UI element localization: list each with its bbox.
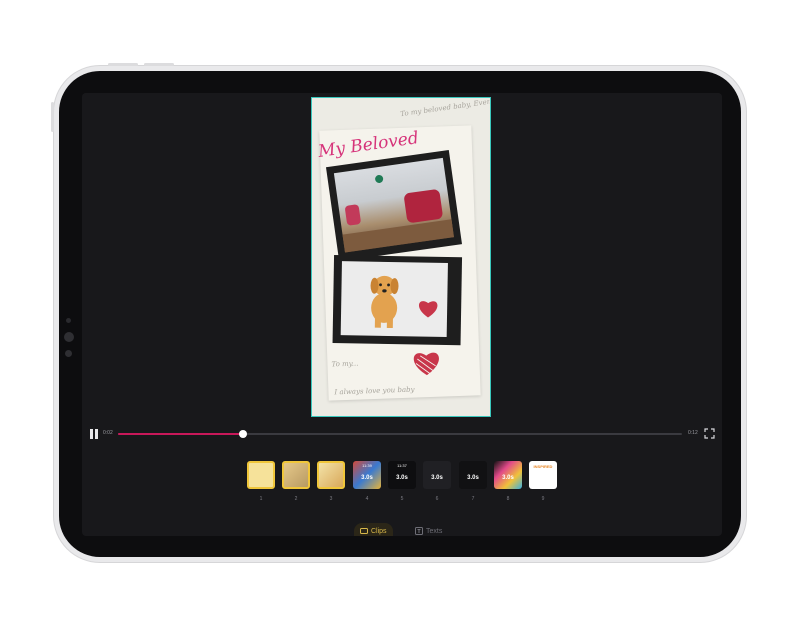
tab-clips-label: Clips <box>371 527 387 535</box>
clips-icon <box>360 528 368 534</box>
dog-icon <box>370 275 399 329</box>
clip-number: 2 <box>294 496 298 502</box>
photo-frame <box>325 150 463 262</box>
photo-frame <box>332 255 463 346</box>
tab-texts-label: Texts <box>426 527 443 535</box>
camera-icon <box>66 318 71 323</box>
clip-number: 3 <box>329 496 333 502</box>
heart-icon <box>413 352 439 376</box>
clip-number: 6 <box>435 496 439 502</box>
clip-thumbnail[interactable]: INSPIRED <box>529 461 557 489</box>
clip-duration: 3.0s <box>467 475 479 481</box>
clip-thumbnail[interactable]: 11:39 3.0s <box>353 461 381 489</box>
clip-number: 8 <box>506 496 510 502</box>
total-time: 0:12 <box>688 430 698 436</box>
clip-top-text: 11:39 <box>362 463 372 468</box>
clip-top-text: 11:37 <box>397 463 407 468</box>
clip-duration: 3.0s <box>431 475 443 481</box>
fullscreen-icon[interactable] <box>704 428 715 439</box>
progress-fill <box>118 433 244 435</box>
editor-canvas: To my beloved baby, Even in our ending, … <box>82 93 722 423</box>
pause-icon <box>90 429 93 439</box>
clip-number: 9 <box>541 496 545 502</box>
clip-duration: 3.0s <box>502 475 514 481</box>
clip-number: 4 <box>365 496 369 502</box>
app-screen: To my beloved baby, Even in our ending, … <box>82 93 722 536</box>
tab-clips[interactable]: Clips <box>354 523 393 536</box>
dog-photo <box>340 261 448 337</box>
clip-thumbnail[interactable] <box>247 461 275 489</box>
volume-button <box>108 63 138 66</box>
progress-track[interactable] <box>118 430 682 438</box>
paper-card: My Beloved To my... I always love you ba… <box>317 125 481 401</box>
clip-number: 7 <box>471 496 475 502</box>
handwritten-note: To my... <box>331 359 359 369</box>
clip-thumbnail[interactable]: 11:37 3.0s <box>388 461 416 489</box>
clip-duration: 3.0s <box>396 475 408 481</box>
device-bezel: To my beloved baby, Even in our ending, … <box>59 71 741 557</box>
video-preview[interactable]: To my beloved baby, Even in our ending, … <box>311 97 491 417</box>
pause-button[interactable] <box>89 429 99 439</box>
heart-icon <box>419 301 438 318</box>
clip-thumbnail[interactable]: 3.0s <box>459 461 487 489</box>
power-button <box>51 102 54 132</box>
clip-thumbnail[interactable]: 3.0s <box>494 461 522 489</box>
tablet-device: To my beloved baby, Even in our ending, … <box>51 63 746 562</box>
handwritten-note: I always love you baby <box>334 385 415 397</box>
clip-thumbnail[interactable]: 3.0s <box>423 461 451 489</box>
sensor-icon <box>64 332 74 342</box>
volume-button <box>144 63 174 66</box>
playback-bar: 0:02 0:12 <box>82 423 722 445</box>
current-time: 0:02 <box>103 430 113 436</box>
clip-number: 5 <box>400 496 404 502</box>
sensor-icon <box>65 350 72 357</box>
handwritten-note: To my beloved baby, Even in our ending, … <box>399 97 491 119</box>
classroom-photo <box>333 157 454 253</box>
bottom-tabs: Clips Texts <box>82 523 722 536</box>
pause-icon <box>95 429 98 439</box>
clip-top-text: INSPIRED <box>533 464 553 469</box>
tab-texts[interactable]: Texts <box>415 523 442 536</box>
clip-duration: 3.0s <box>361 475 373 481</box>
clip-thumbnail[interactable] <box>317 461 345 489</box>
progress-knob[interactable] <box>239 430 248 438</box>
text-icon <box>415 527 423 535</box>
clip-thumbnail[interactable] <box>282 461 310 489</box>
clip-number: 1 <box>259 496 263 502</box>
